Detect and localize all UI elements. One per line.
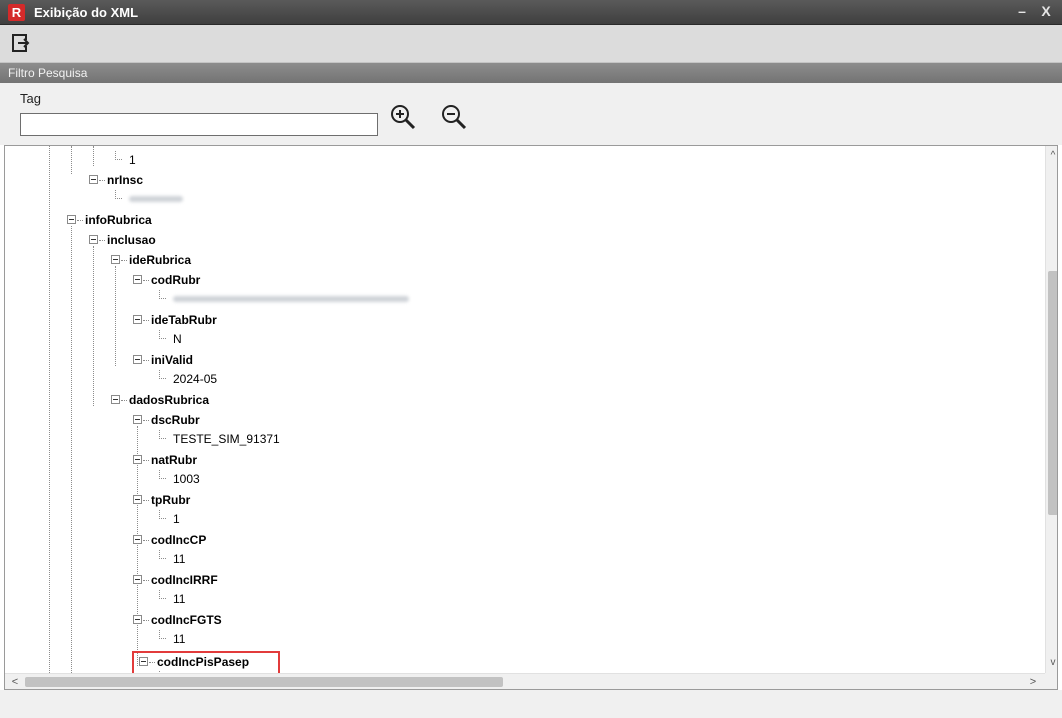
node-label: infoRubrica (85, 213, 152, 227)
tag-label: Tag (20, 91, 41, 106)
tree-node-ideTabRubr[interactable]: ideTabRubr (133, 311, 273, 329)
app-logo-icon: R (8, 4, 25, 21)
collapse-toggle-icon[interactable] (133, 615, 142, 624)
tree-value[interactable] (159, 290, 419, 308)
scroll-down-arrow-icon[interactable]: v (1046, 655, 1057, 671)
scroll-up-arrow-icon[interactable]: ^ (1046, 148, 1057, 164)
collapse-toggle-icon[interactable] (133, 575, 142, 584)
tree-guide-line (71, 146, 72, 174)
tree-node-ideRubrica[interactable]: ideRubrica (111, 251, 251, 269)
tree-value[interactable]: 2024-05 (159, 370, 279, 388)
xml-tree-view[interactable]: 1 nrInsc infoRubrica inclusao ideRubrica… (4, 145, 1058, 690)
exit-icon[interactable] (10, 32, 32, 54)
scroll-left-arrow-icon[interactable]: < (7, 674, 23, 689)
tree-node-dadosRubrica[interactable]: dadosRubrica (111, 391, 271, 409)
node-label: natRubr (151, 453, 197, 467)
redacted-value (129, 196, 183, 202)
zoom-out-icon[interactable] (440, 103, 468, 131)
node-label: codIncIRRF (151, 573, 218, 587)
tree-node-natRubr[interactable]: natRubr (133, 451, 273, 469)
tree-node-codRubr[interactable]: codRubr (133, 271, 273, 289)
window-title: Exibição do XML (34, 5, 139, 20)
collapse-toggle-icon[interactable] (133, 535, 142, 544)
tree-value[interactable] (115, 190, 235, 208)
zoom-in-icon[interactable] (389, 103, 417, 131)
node-label: nrInsc (107, 173, 144, 187)
minimize-button[interactable]: – (1014, 3, 1030, 19)
collapse-toggle-icon[interactable] (111, 255, 120, 264)
node-label: inclusao (107, 233, 156, 247)
title-bar: R Exibição do XML – X (0, 0, 1062, 25)
collapse-toggle-icon[interactable] (133, 355, 142, 364)
vertical-scrollbar[interactable]: ^ v (1045, 146, 1057, 673)
collapse-toggle-icon[interactable] (133, 315, 142, 324)
filter-panel: Tag (0, 83, 1062, 145)
node-label: codIncFGTS (151, 613, 222, 627)
horizontal-scrollbar[interactable]: < > (5, 673, 1045, 689)
node-value: 1 (129, 153, 136, 167)
window-bottom-frame (0, 690, 1062, 718)
node-label: codIncCP (151, 533, 207, 547)
node-value: 11 (173, 552, 186, 566)
node-value: N (173, 332, 182, 346)
tag-search-input[interactable] (20, 113, 378, 136)
node-value: 11 (173, 632, 186, 646)
vertical-scroll-thumb[interactable] (1048, 271, 1057, 515)
tree-node-codIncCP[interactable]: codIncCP (133, 531, 273, 549)
tree-node-codIncIRRF[interactable]: codIncIRRF (133, 571, 273, 589)
collapse-toggle-icon[interactable] (133, 455, 142, 464)
tree-guide-line (93, 246, 94, 406)
tree-value[interactable]: N (159, 330, 279, 348)
node-value: 1003 (173, 472, 200, 486)
close-button[interactable]: X (1038, 3, 1054, 19)
node-value: 11 (173, 592, 186, 606)
node-value: 2024-05 (173, 372, 218, 386)
tree-value[interactable]: TESTE_SIM_91371 (159, 430, 339, 448)
tree-node-inclusao[interactable]: inclusao (89, 231, 229, 249)
tree-value[interactable]: 11 (159, 550, 279, 568)
node-label: codRubr (151, 273, 201, 287)
tree-node-iniValid[interactable]: iniValid (133, 351, 273, 369)
collapse-toggle-icon[interactable] (111, 395, 120, 404)
tree-guide-line (93, 146, 94, 166)
toolbar (0, 25, 1062, 63)
tree-guide-line (115, 266, 116, 366)
collapse-toggle-icon[interactable] (67, 215, 76, 224)
node-label: ideRubrica (129, 253, 192, 267)
node-value: 1 (173, 512, 180, 526)
node-label: dscRubr (151, 413, 200, 427)
collapse-toggle-icon[interactable] (133, 415, 142, 424)
redacted-value (173, 296, 409, 302)
scroll-right-arrow-icon[interactable]: > (1025, 674, 1041, 689)
tree-value[interactable]: 11 (159, 630, 279, 648)
collapse-toggle-icon[interactable] (133, 275, 142, 284)
tree-guide-line (49, 146, 50, 689)
tree-node-nrInsc[interactable]: nrInsc (89, 171, 229, 189)
tree-node-dscRubr[interactable]: dscRubr (133, 411, 273, 429)
scrollbar-corner (1045, 673, 1057, 689)
tree-node-infoRubrica[interactable]: infoRubrica (67, 211, 207, 229)
tree-value[interactable]: 1 (159, 510, 279, 528)
node-label: iniValid (151, 353, 194, 367)
collapse-toggle-icon[interactable] (89, 235, 98, 244)
node-label: dadosRubrica (129, 393, 210, 407)
node-value: TESTE_SIM_91371 (173, 432, 280, 446)
horizontal-scroll-thumb[interactable] (25, 677, 503, 687)
tree-node-tpRubr[interactable]: tpRubr (133, 491, 273, 509)
collapse-toggle-icon[interactable] (89, 175, 98, 184)
node-label: ideTabRubr (151, 313, 217, 327)
tree-value[interactable]: 1003 (159, 470, 279, 488)
tree-node-codIncFGTS[interactable]: codIncFGTS (133, 611, 273, 629)
node-label: tpRubr (151, 493, 191, 507)
tree-guide-line (71, 226, 72, 689)
collapse-toggle-icon[interactable] (133, 495, 142, 504)
filter-section-header: Filtro Pesquisa (0, 63, 1062, 83)
tree-value[interactable]: 11 (159, 590, 279, 608)
